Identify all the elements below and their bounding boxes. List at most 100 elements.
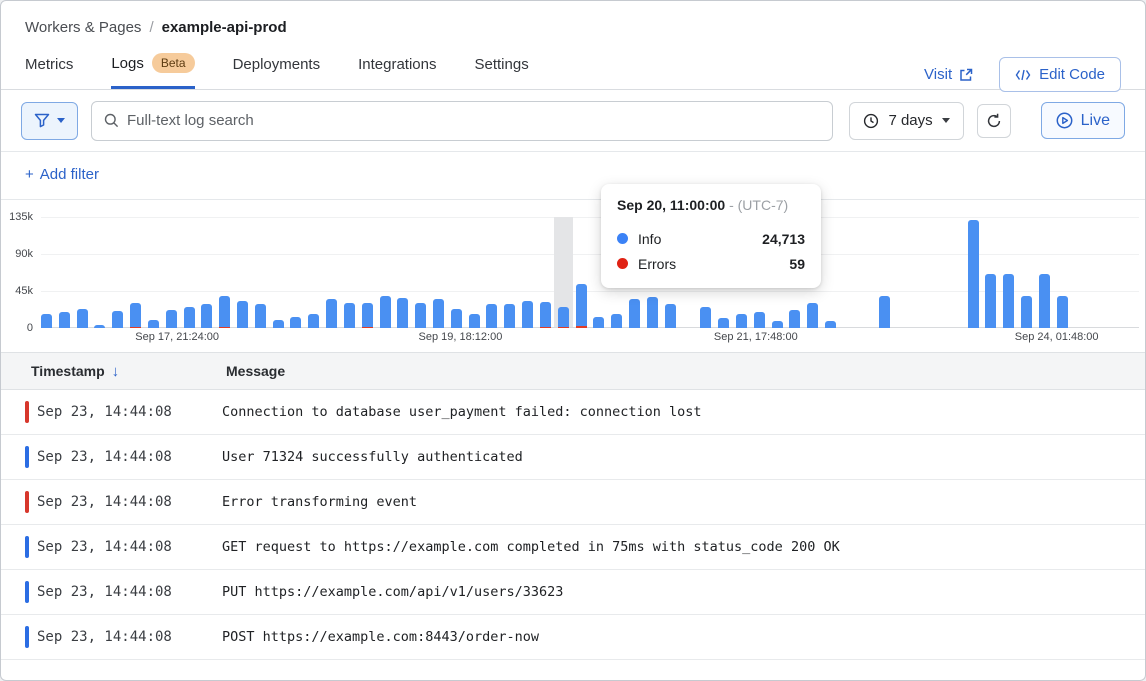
chart-bar[interactable] <box>255 304 266 328</box>
x-tick-label: Sep 24, 01:48:00 <box>1015 331 1099 343</box>
bar-info-segment <box>433 299 444 328</box>
bar-info-segment <box>879 296 890 328</box>
breadcrumb-current: example-api-prod <box>162 19 287 36</box>
chart-bar[interactable] <box>308 314 319 328</box>
chart-bar[interactable] <box>94 325 105 328</box>
chart-bar[interactable] <box>273 320 284 328</box>
chart-bar[interactable] <box>611 314 622 328</box>
info-severity-indicator <box>25 446 29 468</box>
chart-bar[interactable] <box>451 309 462 328</box>
bar-info-segment <box>166 310 177 328</box>
chart-bar[interactable] <box>77 309 88 328</box>
chart-bar[interactable] <box>754 312 765 328</box>
chart-bar[interactable] <box>1021 296 1032 328</box>
chart-bar[interactable] <box>558 307 569 328</box>
bar-info-segment <box>807 303 818 328</box>
chart-bar[interactable] <box>629 299 640 328</box>
live-button[interactable]: Live <box>1041 102 1125 139</box>
info-severity-indicator <box>25 536 29 558</box>
chart-bar[interactable] <box>593 317 604 328</box>
tab-metrics[interactable]: Metrics <box>25 56 73 89</box>
chart-bar[interactable] <box>201 304 212 328</box>
visit-link[interactable]: Visit <box>924 66 973 83</box>
chart-bar[interactable] <box>576 284 587 328</box>
chart-bar[interactable] <box>326 299 337 328</box>
chart-tooltip: Sep 20, 11:00:00 - (UTC-7) Info24,713Err… <box>601 184 821 288</box>
chart-bar[interactable] <box>736 314 747 328</box>
chart-bar[interactable] <box>130 303 141 328</box>
tooltip-series-dot <box>617 258 628 269</box>
chart-bar[interactable] <box>985 274 996 328</box>
chart-bar[interactable] <box>486 304 497 328</box>
log-row[interactable]: Sep 23, 14:44:08PUT https://example.com/… <box>1 570 1145 615</box>
sort-descending-icon[interactable]: ↓ <box>112 363 120 380</box>
chevron-down-icon <box>57 118 65 123</box>
chart-bar[interactable] <box>825 321 836 328</box>
chart-bar[interactable] <box>1057 296 1068 328</box>
chart-bar[interactable] <box>879 296 890 328</box>
bar-info-segment <box>1039 274 1050 328</box>
chart-bar[interactable] <box>433 299 444 328</box>
chart-bar[interactable] <box>380 296 391 328</box>
chart-bar[interactable] <box>789 310 800 328</box>
chart-bar[interactable] <box>647 297 658 328</box>
chart-bar[interactable] <box>469 314 480 328</box>
chart-bar[interactable] <box>968 220 979 328</box>
tab-integrations[interactable]: Integrations <box>358 56 436 89</box>
bar-info-segment <box>968 220 979 328</box>
chart-bar[interactable] <box>807 303 818 328</box>
bar-info-segment <box>237 301 248 328</box>
chart-bar[interactable] <box>148 320 159 328</box>
breadcrumb-parent[interactable]: Workers & Pages <box>25 19 141 36</box>
add-filter-button[interactable]: + Add filter <box>25 166 99 183</box>
tab-deployments[interactable]: Deployments <box>233 56 321 89</box>
tab-settings[interactable]: Settings <box>475 56 529 89</box>
funnel-icon <box>34 113 50 128</box>
log-search-box <box>91 101 833 141</box>
add-filter-label: Add filter <box>40 166 99 183</box>
chart-bar[interactable] <box>290 317 301 328</box>
chart-bar[interactable] <box>665 304 676 328</box>
chart-bar[interactable] <box>219 296 230 328</box>
chart-bar[interactable] <box>166 310 177 328</box>
chart-bar[interactable] <box>540 302 551 328</box>
chart-bar[interactable] <box>41 314 52 328</box>
bar-info-segment <box>112 311 123 328</box>
chart-bar[interactable] <box>112 311 123 328</box>
search-input[interactable] <box>127 112 820 129</box>
chart-bar[interactable] <box>1003 274 1014 328</box>
chart-bar[interactable] <box>415 303 426 328</box>
chart-bar[interactable] <box>700 307 711 328</box>
tab-logs[interactable]: LogsBeta <box>111 53 194 89</box>
refresh-button[interactable] <box>977 104 1011 138</box>
log-message: Connection to database user_payment fail… <box>222 404 702 420</box>
log-volume-chart: 135k 90k 45k 0 Sep 17, 21:24:00Sep 19, 1… <box>1 200 1145 352</box>
chart-bar[interactable] <box>237 301 248 328</box>
log-message: POST https://example.com:8443/order-now <box>222 629 539 645</box>
live-label: Live <box>1081 112 1110 130</box>
chart-bar[interactable] <box>184 307 195 328</box>
chart-bar[interactable] <box>1039 274 1050 328</box>
x-tick-label: Sep 17, 21:24:00 <box>135 331 219 343</box>
chart-bar[interactable] <box>504 304 515 328</box>
chart-bar[interactable] <box>59 312 70 328</box>
filter-dropdown-button[interactable] <box>21 102 78 140</box>
y-tick: 135k <box>9 211 33 223</box>
search-icon <box>104 113 119 128</box>
log-timestamp: Sep 23, 14:44:08 <box>37 539 222 555</box>
log-row[interactable]: Sep 23, 14:44:08User 71324 successfully … <box>1 435 1145 480</box>
chart-bar[interactable] <box>362 303 373 328</box>
log-row[interactable]: Sep 23, 14:44:08Connection to database u… <box>1 390 1145 435</box>
log-row[interactable]: Sep 23, 14:44:08Error transforming event <box>1 480 1145 525</box>
edit-code-button[interactable]: Edit Code <box>999 57 1121 92</box>
chart-bar[interactable] <box>772 321 783 328</box>
time-range-dropdown[interactable]: 7 days <box>849 102 963 140</box>
chart-bar[interactable] <box>397 298 408 328</box>
log-row[interactable]: Sep 23, 14:44:08GET request to https://e… <box>1 525 1145 570</box>
bar-info-segment <box>148 320 159 328</box>
log-message: Error transforming event <box>222 494 417 510</box>
chart-bar[interactable] <box>522 301 533 328</box>
chart-bar[interactable] <box>718 318 729 328</box>
log-row[interactable]: Sep 23, 14:44:08POST https://example.com… <box>1 615 1145 660</box>
chart-bar[interactable] <box>344 303 355 328</box>
